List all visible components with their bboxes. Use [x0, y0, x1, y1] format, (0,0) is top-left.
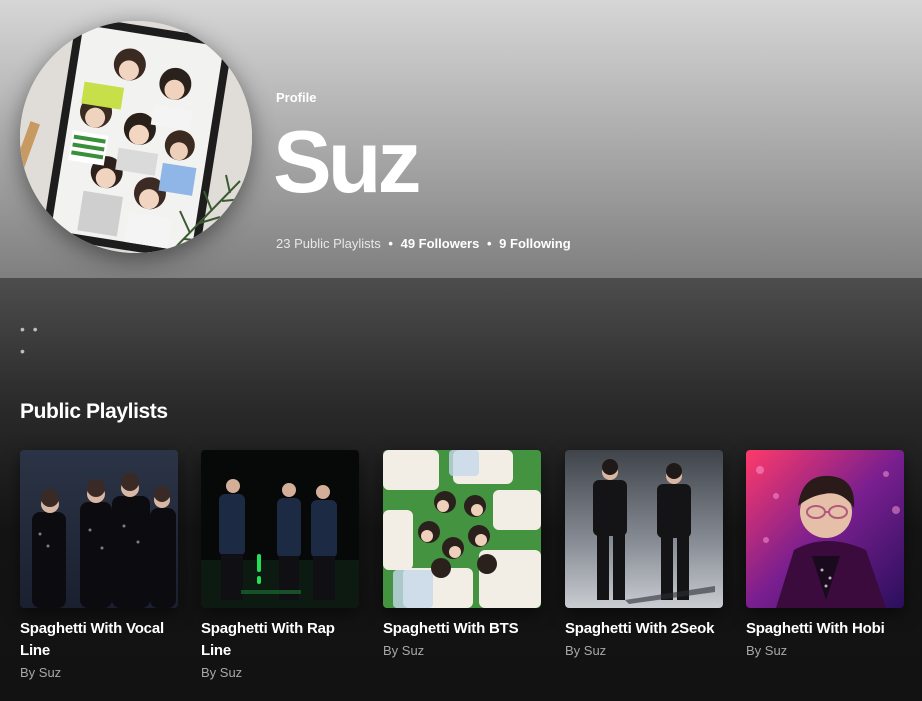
more-options-button[interactable]: • • • — [20, 318, 52, 359]
playlist-card[interactable]: Spaghetti With Rap Line By Suz — [201, 450, 359, 680]
following-link[interactable]: 9 Following — [499, 236, 571, 251]
profile-type-label: Profile — [276, 90, 317, 105]
profile-stats: 23 Public Playlists • 49 Followers • 9 F… — [276, 236, 571, 251]
playlist-owner: By Suz — [383, 643, 425, 658]
playlist-card[interactable]: Spaghetti With Vocal Line By Suz — [20, 450, 178, 680]
profile-name: Suz — [273, 112, 421, 211]
playlist-card[interactable]: Spaghetti With 2Seok By Suz — [565, 450, 723, 658]
playlist-title: Spaghetti With Hobi — [746, 620, 885, 637]
playlist-owner: By Suz — [201, 665, 243, 680]
playlist-cover — [565, 450, 723, 608]
playlist-cover — [20, 450, 178, 608]
playlist-cover — [383, 450, 541, 608]
playlist-title: Spaghetti With BTS — [383, 620, 519, 637]
playlist-grid: Spaghetti With Vocal Line By Suz Spaghet… — [20, 450, 922, 701]
playlist-card[interactable]: Spaghetti With BTS By Suz — [383, 450, 541, 658]
playlist-title: Spaghetti With 2Seok — [565, 620, 715, 637]
playlist-owner: By Suz — [20, 665, 62, 680]
playlist-owner: By Suz — [565, 643, 607, 658]
playlist-title: Spaghetti With Rap Line — [201, 620, 335, 659]
playlist-owner: By Suz — [746, 643, 788, 658]
followers-link[interactable]: 49 Followers — [401, 236, 480, 251]
public-playlists-count: 23 Public Playlists — [276, 236, 381, 251]
profile-avatar[interactable] — [20, 21, 252, 253]
playlist-cover — [201, 450, 359, 608]
stats-separator: • — [486, 236, 492, 251]
playlist-cover — [746, 450, 904, 608]
profile-page: Profile Suz 23 Public Playlists • 49 Fol… — [0, 0, 922, 701]
playlist-card[interactable]: Spaghetti With Hobi By Suz — [746, 450, 904, 658]
stats-separator: • — [388, 236, 393, 251]
section-title[interactable]: Public Playlists — [20, 400, 168, 424]
playlist-title: Spaghetti With Vocal Line — [20, 620, 164, 659]
